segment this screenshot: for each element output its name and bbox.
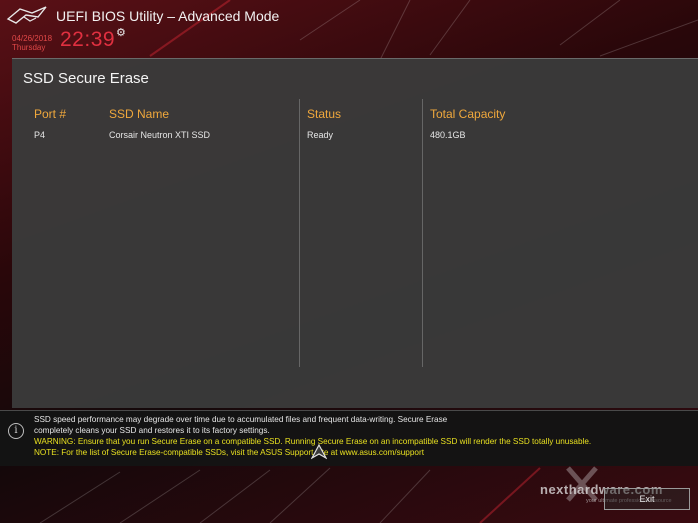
column-header-port: Port # [34, 107, 67, 121]
time-display: 22:39 [60, 28, 116, 51]
info-icon: i [8, 423, 24, 439]
cell-ssd-name: Corsair Neutron XTI SSD [109, 130, 211, 140]
info-text-line: SSD speed performance may degrade over t… [34, 415, 448, 424]
ssd-secure-erase-panel: SSD Secure Erase Port # SSD Name Status … [12, 58, 698, 408]
app-title: UEFI BIOS Utility – Advanced Mode [56, 8, 280, 24]
gear-icon[interactable]: ⚙ [116, 28, 126, 39]
date-text: 04/26/2018 [12, 34, 53, 43]
mouse-cursor-icon [311, 444, 327, 460]
exit-button[interactable]: Exit [604, 488, 690, 510]
column-divider [299, 99, 300, 367]
info-text-line: completely cleans your SSD and restores … [34, 426, 270, 435]
date-display: 04/26/2018 Thursday [12, 34, 52, 52]
page-title: SSD Secure Erase [23, 70, 149, 87]
column-divider [422, 99, 423, 367]
note-text: NOTE: For the list of Secure Erase-compa… [34, 448, 424, 457]
cell-capacity: 480.1GB [430, 130, 466, 140]
rog-logo-icon [6, 6, 47, 24]
help-info-bar: i SSD speed performance may degrade over… [0, 410, 698, 466]
header-bar: UEFI BIOS Utility – Advanced Mode 04/26/… [0, 0, 698, 56]
cell-status: Ready [307, 130, 334, 140]
column-header-capacity: Total Capacity [430, 107, 506, 121]
column-header-status: Status [307, 107, 342, 121]
cell-port: P4 [34, 130, 46, 140]
column-header-ssd-name: SSD Name [109, 107, 170, 121]
weekday-text: Thursday [12, 43, 46, 52]
